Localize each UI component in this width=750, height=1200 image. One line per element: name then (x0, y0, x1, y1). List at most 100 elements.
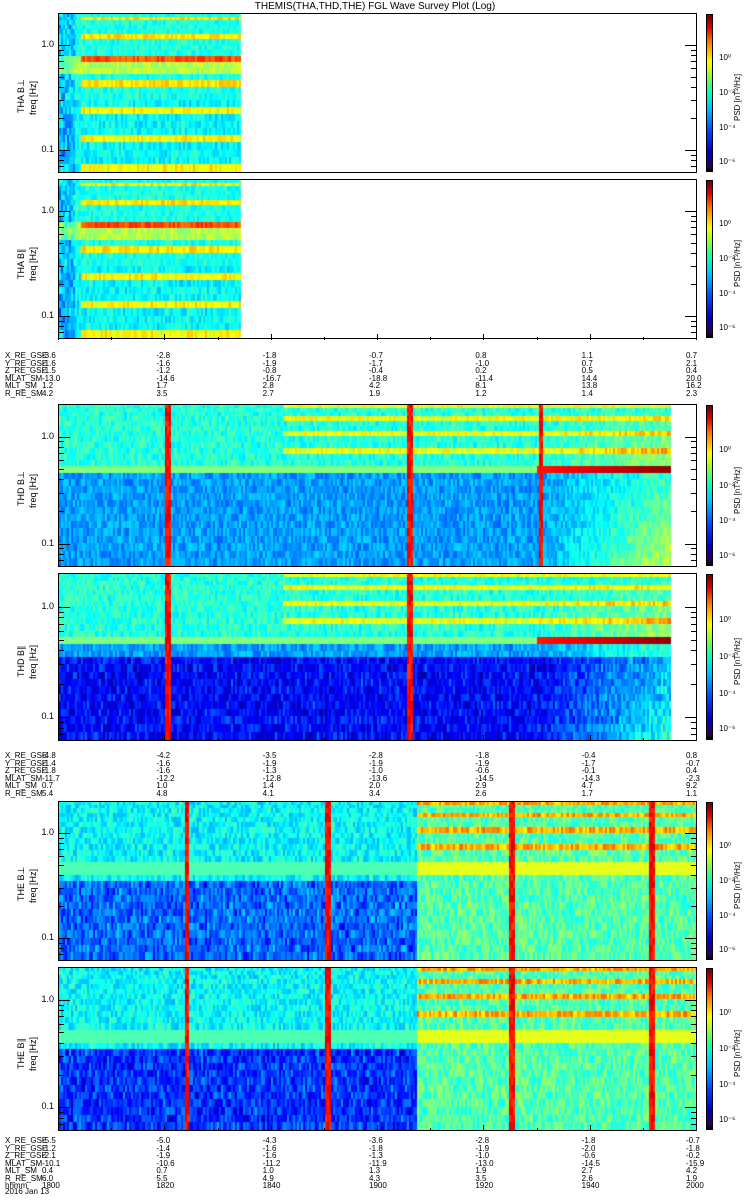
ephemeris-value: 2.7 (262, 388, 274, 398)
y-tick-mark (691, 166, 697, 167)
colorbar-tick-label: 10⁰ (719, 615, 732, 624)
x-tick-mark (58, 1125, 59, 1131)
x-tick-mark (696, 1125, 697, 1131)
spectrogram-panel-2 (58, 404, 697, 567)
y-tick-mark (685, 607, 697, 608)
y-tick-mark (58, 624, 64, 625)
y-tick-mark (58, 479, 64, 480)
y-tick-mark (58, 888, 64, 889)
x-tick-mark (590, 735, 591, 741)
ephemeris-value: 1840 (262, 1181, 281, 1190)
ephemeris-value: 5.4 (42, 788, 54, 798)
colorbar-tick-label: 10⁰ (719, 1008, 732, 1017)
x-tick-mark (324, 1128, 325, 1131)
x-tick-mark (430, 1128, 431, 1131)
spectrogram-canvas (59, 14, 696, 172)
x-tick-mark (430, 738, 431, 741)
y-tick-mark (691, 888, 697, 889)
y-tick-label: 0.1 (41, 310, 54, 320)
colorbar-tick-label: 10⁰ (719, 841, 732, 850)
y-tick-mark (58, 221, 64, 222)
y-tick-mark (691, 326, 697, 327)
y-tick-mark (691, 469, 697, 470)
y-axis-unit-label: freq [Hz] (28, 1036, 38, 1071)
y-tick-mark (691, 87, 697, 88)
ephemeris-value: 1.4 (581, 388, 593, 398)
y-tick-mark (691, 1032, 697, 1033)
ephemeris-row-label: R_RE_SM (5, 788, 43, 798)
y-tick-mark (58, 1016, 64, 1017)
y-tick-mark (691, 284, 697, 285)
spectrogram-panel-4 (58, 801, 697, 961)
x-tick-mark (590, 1125, 591, 1131)
y-tick-mark (58, 548, 64, 549)
colorbar-tick-label: 10⁻⁶ (719, 551, 736, 560)
spectrogram-panel-1 (58, 179, 697, 339)
y-tick-mark (691, 1056, 697, 1057)
spectrogram-canvas (59, 574, 696, 740)
y-tick-mark (58, 166, 64, 167)
y-tick-mark (691, 967, 697, 968)
colorbar-tick-label: 10⁻⁶ (719, 1115, 736, 1124)
y-tick-mark (58, 227, 64, 228)
y-tick-mark (685, 833, 697, 834)
y-tick-mark (58, 511, 64, 512)
y-tick-mark (58, 1000, 70, 1001)
y-tick-mark (58, 1056, 64, 1057)
x-tick-mark (271, 1125, 272, 1131)
y-tick-mark (691, 100, 697, 101)
y-tick-mark (58, 612, 64, 613)
y-tick-mark (685, 1000, 697, 1001)
x-tick-mark (324, 738, 325, 741)
colorbar-tick-label: 10⁻⁴ (719, 123, 736, 132)
colorbar (706, 14, 713, 172)
ephemeris-value: 3.5 (156, 388, 168, 398)
y-tick-mark (691, 61, 697, 62)
y-tick-mark (58, 1075, 64, 1076)
x-tick-mark (324, 337, 325, 340)
y-tick-mark (685, 717, 697, 718)
colorbar-tick-label: 10⁻⁴ (719, 289, 736, 298)
y-tick-mark (691, 954, 697, 955)
y-tick-label: 1.0 (41, 431, 54, 441)
y-tick-mark (691, 68, 697, 69)
x-tick-mark (111, 337, 112, 340)
y-tick-mark (58, 906, 64, 907)
y-tick-mark (691, 441, 697, 442)
spectrogram-canvas (59, 802, 696, 960)
y-tick-mark (58, 469, 64, 470)
y-tick-mark (58, 68, 64, 69)
y-tick-mark (58, 447, 64, 448)
y-tick-mark (58, 544, 70, 545)
colorbar-title: PSD [nT²/Hz] (733, 1029, 742, 1077)
colorbar-title: PSD [nT²/Hz] (733, 861, 742, 909)
y-tick-mark (58, 875, 64, 876)
x-tick-mark (537, 738, 538, 741)
y-tick-mark (691, 650, 697, 651)
spectrogram-canvas (59, 180, 696, 338)
x-tick-mark (483, 334, 484, 340)
y-tick-mark (58, 179, 64, 180)
y-tick-mark (691, 13, 697, 14)
y-tick-mark (691, 640, 697, 641)
y-tick-mark (58, 838, 64, 839)
y-tick-mark (58, 243, 64, 244)
y-tick-mark (58, 573, 64, 574)
y-tick-mark (691, 453, 697, 454)
y-tick-mark (691, 221, 697, 222)
x-tick-mark (643, 1128, 644, 1131)
y-tick-mark (691, 664, 697, 665)
y-tick-mark (58, 266, 64, 267)
y-axis-unit-label: freq [Hz] (28, 80, 38, 115)
x-tick-mark (643, 337, 644, 340)
y-axis-unit-label: freq [Hz] (28, 868, 38, 903)
y-tick-mark (58, 326, 64, 327)
x-tick-mark (696, 735, 697, 741)
y-tick-mark (58, 211, 70, 212)
ephemeris-value: 4.2 (42, 388, 54, 398)
plot-title: THEMIS(THA,THD,THE) FGL Wave Survey Plot… (254, 1, 496, 12)
y-tick-mark (685, 544, 697, 545)
y-tick-mark (58, 607, 70, 608)
y-tick-mark (691, 1010, 697, 1011)
y-tick-mark (691, 875, 697, 876)
